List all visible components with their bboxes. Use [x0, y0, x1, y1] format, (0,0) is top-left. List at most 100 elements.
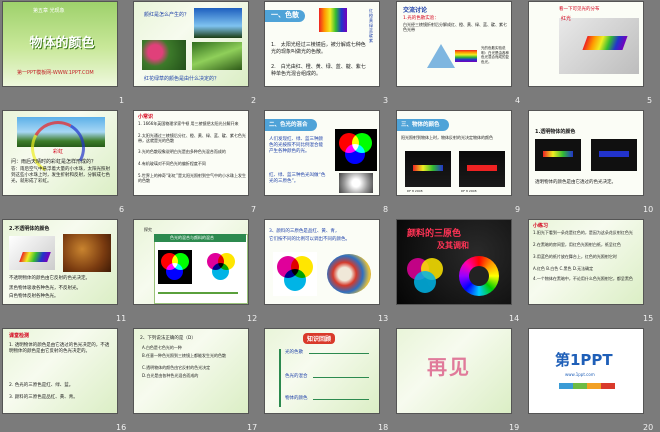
slide-number-15: 15 — [643, 314, 654, 323]
slide-16-q1: 1. 透明物体的颜色是由它透过的色光决定的，不透明物体的颜色是由它反射的色光决定… — [9, 343, 110, 354]
branch-1-line — [309, 353, 369, 354]
pigment-circles — [403, 254, 447, 298]
slide-16-q3: 3. 颜料的三原色是品红、黄、青。 — [9, 395, 78, 400]
slide-number-17: 17 — [247, 423, 258, 432]
slide-14-title: 颜料的三原色 — [407, 229, 462, 239]
progress-line — [158, 292, 238, 294]
branch-3-line — [313, 399, 369, 400]
slide-11-heading: 2.不透明体的颜色 — [9, 226, 50, 232]
slide-thumbnail-11[interactable]: 2.不透明体的颜色 不透明物体的颜色由它反射的色光决定。 黑色物体吸收各种色光，… — [2, 219, 118, 305]
slide-17-option-b: B.任意一种色光照到三棱镜上都能发生光的色散 — [142, 353, 227, 358]
slide-thumbnail-14[interactable]: 颜料的三原色 及其调和 — [396, 219, 512, 305]
cyan-paint-circle — [284, 269, 306, 291]
brand-url: www.1ppt.com — [565, 372, 595, 377]
slide-sorter-grid: 第五章 光现象 物体的颜色 第一PPT模板网-WWW.1PPT.COM 1 颜红… — [0, 0, 660, 432]
slide-10-heading: 1.透明物体的颜色 — [535, 129, 576, 135]
slide-17-option-a: A.白色是七色光的一种 — [142, 345, 182, 350]
slide-thumbnail-6[interactable]: 彩虹 问：雨后天晴时的彩虹是怎样形成的？ 答：雨后空气中悬浮着大量的小水珠，太阳… — [2, 110, 118, 196]
slide-16-heading: 课堂检测 — [9, 333, 30, 339]
slide-3-point-2: 2. 白光由红、橙、黄、绿、蓝、靛、紫七种单色光混合组成的。 — [271, 64, 366, 77]
prism-photo — [9, 236, 55, 270]
slide-13-text-2: 它们按不同的比例可以调出不同的颜色。 — [269, 237, 350, 242]
slide-15-q2: 2.在黑暗的房间里，用红色光照射白纸，纸呈红色 — [533, 242, 621, 247]
branch-2-line — [313, 377, 369, 378]
slide-5-note: 看一下可见光的分布 — [559, 7, 600, 12]
experiment-photo-2 — [459, 151, 505, 187]
rainbow-label: 彩虹 — [53, 149, 64, 155]
slide-number-2: 2 — [251, 96, 257, 105]
slide-thumbnail-3[interactable]: 一、色散 红橙黄绿蓝靛紫 1. 太阳光经过三棱镜后，被分解成七种色光的现象叫做光… — [264, 1, 380, 87]
color-wheel — [459, 256, 499, 296]
mixing-photo — [339, 173, 373, 193]
spectrum-beam — [455, 50, 477, 62]
slide-6-answer: 答：雨后空气中悬浮着大量的小水珠，太阳光照射到这些小水珠上时，发生折射和反射，分… — [11, 167, 110, 184]
slide-6-question: 问：雨后天晴时的彩虹是怎样形成的？ — [11, 159, 97, 165]
slide-number-8: 8 — [383, 205, 389, 214]
slide-thumbnail-2[interactable]: 颜红是怎么产生的？ 红花绿草的颜色是由什么决定的？ — [133, 1, 249, 87]
blue-light-circle — [166, 263, 183, 280]
slide-number-12: 12 — [247, 314, 258, 323]
slide-number-20: 20 — [643, 423, 654, 432]
slide-thumbnail-18[interactable]: 知识回顾 光的色散 色光的混合 物体的颜色 — [264, 328, 380, 414]
slide-thumbnail-12[interactable]: 探究 色光的混合与颜料的混合 — [133, 219, 249, 305]
slide-thumbnail-5[interactable]: 看一下可见光的分布 红光 — [528, 1, 644, 87]
slide-number-6: 6 — [119, 205, 125, 214]
swatch-red — [601, 383, 615, 389]
slide-9-text: 阳光照射到物体上时，物体反射的光决定物体的颜色 — [401, 135, 493, 140]
blue-light-circle — [345, 144, 365, 164]
slide-13-text-1: 3、颜料的三原色是品红、黄、青， — [269, 229, 340, 234]
slide-number-9: 9 — [515, 205, 521, 214]
subtractive-circles — [204, 250, 238, 284]
slide-thumbnail-20[interactable]: 第1PPT www.1ppt.com — [528, 328, 644, 414]
slide-11-point-1: 不透明物体的颜色由它反射的色光决定。 — [9, 276, 90, 281]
slide-thumbnail-7[interactable]: 小常识 1. 1666年英国物理学家牛顿 用三棱镜把太阳光分解开来 2.太阳光通… — [133, 110, 249, 196]
spectrum-projection — [582, 36, 628, 50]
paint-palette — [327, 254, 371, 294]
slide-17-option-d: D.白光是由各种色光混合而成的 — [142, 373, 199, 378]
slide-thumbnail-1[interactable]: 第五章 光现象 物体的颜色 第一PPT模板网-WWW.1PPT.COM — [2, 1, 118, 87]
slide-number-7: 7 — [251, 205, 257, 214]
slide-thumbnail-15[interactable]: 小练习 1.阳光下看到一朵花是红色的，是因为这朵花反射红色光 2.在黑暗的房间里… — [528, 219, 644, 305]
slide-7-point-3: 3.光的色散现象说明白光是由多种色光混合而成的 — [138, 149, 226, 154]
slide-thumbnail-16[interactable]: 课堂检测 1. 透明物体的颜色是由它透过的色光决定的，不透明物体的颜色是由它反射… — [2, 328, 118, 414]
slide-8-conclusion: 红、绿、蓝三种色光叫做“色光的三原色”。 — [269, 173, 326, 184]
slide-7-heading: 小常识 — [138, 114, 154, 120]
chapter-label: 第五章 光现象 — [33, 8, 65, 14]
prism-triangle — [427, 44, 455, 68]
photo-caption-1: DF 8 2008 — [407, 189, 423, 193]
slide-4-sub: 1.光的色散实验： — [403, 16, 439, 21]
photo-caption-2: DF 8 2008 — [461, 189, 477, 193]
slide-7-point-1: 1. 1666年英国物理学家牛顿 用三棱镜把太阳光分解开来 — [138, 121, 239, 126]
slide-thumbnail-4[interactable]: 交流讨论 1.光的色散实验： 白光经三棱镜折射后分解成红、橙、黄、绿、蓝、靛、紫… — [396, 1, 512, 87]
color-swatches — [559, 383, 615, 389]
pigment-circles — [273, 252, 317, 296]
additive-circles — [158, 250, 192, 284]
brand-logo: 第1PPT — [555, 351, 613, 369]
slide-2-question: 颜红是怎么产生的？ — [144, 12, 190, 18]
slide-2-caption: 红花绿草的颜色是由什么决定的？ — [144, 76, 220, 82]
slide-number-1: 1 — [119, 96, 125, 105]
slide-thumbnail-17[interactable]: 2、下列说法正确的是（D） A.白色是七色光的一种 B.任意一种色光照到三棱镜上… — [133, 328, 249, 414]
slide-thumbnail-19[interactable]: 再见 — [396, 328, 512, 414]
slide-7-point-2: 2.太阳光通过三棱镜后分红、橙、黄、绿、蓝、靛、紫七色光带，这就是光的色散 — [138, 133, 246, 143]
slide-12-title: 色光的混合与颜料的混合 — [170, 235, 214, 240]
slide-1-title: 物体的颜色 — [29, 36, 95, 51]
slide-number-16: 16 — [116, 423, 127, 432]
slide-11-point-2: 黑色物体吸收各种色光，不反射光。 — [9, 286, 81, 291]
slide-16-q2: 2. 色光的三原色是红、绿、蓝。 — [9, 383, 74, 388]
flowers-photo — [142, 40, 186, 70]
slide-thumbnail-13[interactable]: 3、颜料的三原色是品红、黄、青， 它们按不同的比例可以调出不同的颜色。 — [264, 219, 380, 305]
slide-8-text: 人们发现红、绿、蓝三种颜色的光按照不同比例混合能产生各种颜色的光。 — [269, 137, 323, 154]
slide-9-heading: 三、物体的颜色 — [401, 122, 440, 128]
slide-thumbnail-10[interactable]: 1.透明物体的颜色 透明物体的颜色是由它透过的色光决定。 — [528, 110, 644, 196]
slide-15-options: A.红色 B.白色 C.黑色 D.无法确定 — [533, 266, 594, 271]
template-source: 第一PPT模板网-WWW.1PPT.COM — [17, 70, 94, 76]
slide-15-q4: 4.一个物体在黑暗中，不论用什么色光照射它，都呈黑色 — [533, 276, 633, 281]
slide-14-subtitle: 及其调和 — [437, 240, 469, 250]
filter-photo-2 — [591, 139, 637, 171]
branch-3: 物体的颜色 — [285, 396, 308, 401]
slide-thumbnail-9[interactable]: 三、物体的颜色 阳光照射到物体上时，物体反射的光决定物体的颜色 DF 8 200… — [396, 110, 512, 196]
slide-thumbnail-8[interactable]: 二、色光的混合 人们发现红、绿、蓝三种颜色的光按照不同比例混合能产生各种颜色的光… — [264, 110, 380, 196]
slide-3-heading: 一、色散 — [271, 11, 299, 19]
slide-7-point-4: 4.有机玻璃对不同色光的偏折程度不同 — [138, 161, 206, 166]
